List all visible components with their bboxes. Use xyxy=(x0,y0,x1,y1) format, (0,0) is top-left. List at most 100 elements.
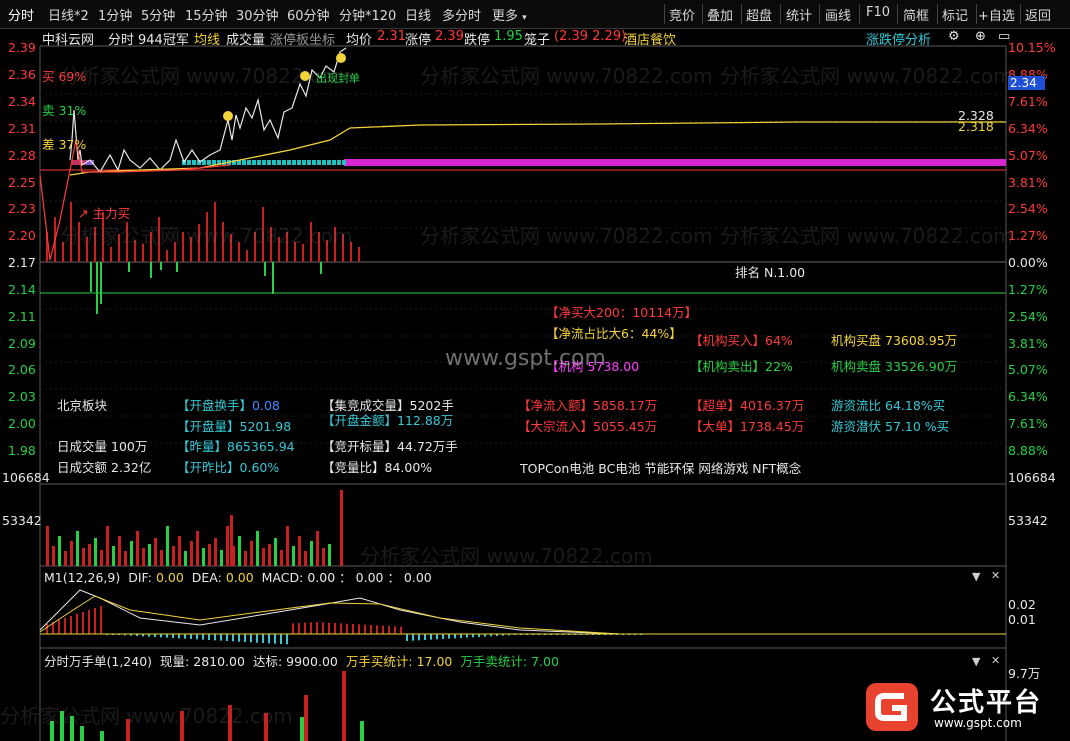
vol-bar xyxy=(166,250,168,262)
band-dot xyxy=(297,160,301,165)
pct-tick-right: 0.00% xyxy=(1008,255,1048,270)
vol-bar xyxy=(110,247,112,262)
macd-bar xyxy=(274,634,276,644)
vol-bar xyxy=(334,227,336,262)
bid-label: 【竞开标量】 xyxy=(322,439,398,454)
bottom-panel-title: 分时万手单(1,240) xyxy=(44,654,153,669)
net-in-label: 【净流入额】 xyxy=(518,398,594,413)
volume-bar xyxy=(262,548,265,566)
big-in-value: 5055.45万 xyxy=(593,419,658,434)
volume-bar xyxy=(298,536,301,566)
large-label: 【大单】 xyxy=(690,419,741,434)
band-dot xyxy=(207,160,211,165)
open-turnover-value: 0.08 xyxy=(252,398,280,413)
inst-sell-amt-label: 机构卖盘 xyxy=(831,359,882,374)
macd-bar xyxy=(238,634,240,642)
pct-tick-right: 2.54% xyxy=(1008,309,1048,324)
band-dot xyxy=(282,160,286,165)
vol-bar xyxy=(302,244,304,262)
volume-bar xyxy=(172,546,175,566)
pct-tick-right: 7.61% xyxy=(1008,94,1048,109)
super-label: 【超单】 xyxy=(690,398,741,413)
volume-bar xyxy=(268,544,271,566)
vol-bar xyxy=(62,242,64,262)
macd-bar xyxy=(328,622,330,634)
concept-tags: TOPCon电池 BC电池 节能环保 网络游戏 NFT概念 xyxy=(520,461,802,476)
large-order-bar xyxy=(70,716,74,741)
large-order-bar xyxy=(342,671,346,741)
volume-bar xyxy=(226,526,229,566)
macd-dropdown-icon[interactable]: ▼ xyxy=(972,570,980,583)
volume-bar xyxy=(280,550,283,566)
inst-buy-amt-value: 73608.95万 xyxy=(885,333,958,348)
band-dot xyxy=(287,160,291,165)
bottom-close-icon[interactable]: ✕ xyxy=(991,654,1000,667)
diff-pct-label: 差 37% xyxy=(42,137,87,152)
band-dot xyxy=(252,160,256,165)
price-tick-left: 2.36 xyxy=(8,67,36,82)
vol-bar-down xyxy=(96,262,98,314)
vol-bar xyxy=(286,232,288,262)
volume-bar xyxy=(94,538,97,566)
bottom-dropdown-icon[interactable]: ▼ xyxy=(972,655,980,668)
day-volume: 日成交量 100万 xyxy=(57,436,147,455)
volume-bar xyxy=(88,544,91,566)
macd-bar xyxy=(226,634,228,641)
logo-text: 公式平台 xyxy=(930,688,1043,718)
main-buy-label: ↗ 主力买 xyxy=(78,206,130,221)
net-flow-label: 【净流占比大6： xyxy=(546,326,642,341)
buy-stat-label: 万手买统计: xyxy=(345,654,413,669)
vol-bar-down xyxy=(320,262,322,274)
macd-bar xyxy=(232,634,234,642)
macd-bar xyxy=(214,634,216,641)
price-tick-left: 2.28 xyxy=(8,148,36,163)
logo-url: www.gspt.com xyxy=(934,716,1022,730)
hot-flow-value: 64.18%买 xyxy=(885,398,946,413)
vol-bar xyxy=(198,224,200,262)
macd-bar xyxy=(298,623,300,634)
volume-bar xyxy=(274,538,277,566)
volume-bar xyxy=(184,551,187,566)
band-dot xyxy=(317,160,321,165)
vol-bar xyxy=(94,227,96,262)
large-order-bar xyxy=(264,713,268,741)
vol-bar-down xyxy=(272,262,274,294)
day-amount: 日成交额 2.32亿 xyxy=(57,457,151,476)
band-dot xyxy=(267,160,271,165)
net-buy: 【净买大200：10114万】 xyxy=(546,302,697,321)
macd-bar xyxy=(220,634,222,641)
sell-stat-label: 万手卖统计: xyxy=(460,654,528,669)
price-tick-left: 2.00 xyxy=(8,416,36,431)
macd-bar xyxy=(352,624,354,634)
price-tick-left: 2.06 xyxy=(8,362,36,377)
volume-bar xyxy=(214,538,217,566)
volume-bar xyxy=(292,546,295,566)
vol-bar-down xyxy=(150,262,152,278)
price-tick-left: 2.14 xyxy=(8,282,36,297)
macd-bar xyxy=(256,634,258,643)
open-turnover: 【开盘换手】0.08 xyxy=(177,395,280,414)
vol-bar xyxy=(318,232,320,262)
super-value: 4016.37万 xyxy=(740,398,805,413)
band-dot xyxy=(342,160,346,165)
band-dot xyxy=(262,160,266,165)
macd-title: M1(12,26,9) xyxy=(44,570,121,585)
band-dot xyxy=(212,160,216,165)
prev-vol-value: 865365.94 xyxy=(227,439,295,454)
vol-axis-right-mid: 53342 xyxy=(1008,513,1048,528)
macd-bar xyxy=(190,634,192,639)
macd-bar xyxy=(46,624,48,634)
volume-bar xyxy=(256,531,259,566)
open-volume: 【开盘量】5201.98 xyxy=(177,416,291,435)
macd-close-icon[interactable]: ✕ xyxy=(991,569,1000,582)
volume-bar xyxy=(304,551,307,566)
volume-bar xyxy=(52,546,55,566)
vol-bar xyxy=(310,222,312,262)
vol-bar xyxy=(150,232,152,262)
hot-pot-label: 游资潜伏 xyxy=(831,419,882,434)
price-tick-left: 2.25 xyxy=(8,175,36,190)
macd-bar xyxy=(466,634,468,638)
inst-sell-amount: 机构卖盘 33526.90万 xyxy=(831,356,957,375)
vol-bar xyxy=(206,212,208,262)
pct-tick-right: 1.27% xyxy=(1008,282,1048,297)
